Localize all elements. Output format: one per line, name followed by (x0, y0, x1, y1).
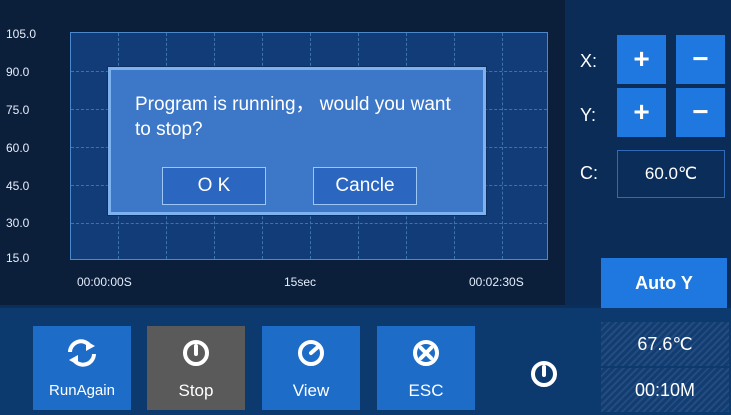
x-minus-button[interactable]: − (676, 35, 725, 84)
esc-label: ESC (408, 381, 444, 400)
y-tick-label: 15.0 (6, 251, 30, 265)
y-minus-button[interactable]: − (676, 88, 725, 137)
x-axis-label: X: (580, 51, 598, 71)
y-tick-label: 105.0 (6, 27, 37, 41)
ok-button[interactable]: O K (162, 167, 266, 205)
y-axis-label: Y: (580, 105, 597, 125)
x-tick-label: 00:00:00S (77, 275, 132, 289)
c-value-field[interactable]: 60.0℃ (617, 150, 725, 198)
power-icon[interactable] (527, 357, 561, 391)
esc-button[interactable]: ESC (377, 326, 475, 410)
dialog-message: Program is running， would you want to st… (135, 94, 451, 140)
c-label: C: (580, 163, 598, 183)
y-plus-button[interactable]: + (617, 88, 666, 137)
y-tick-label: 75.0 (6, 103, 30, 117)
stop-confirm-dialog: Program is running， would you want to st… (108, 67, 486, 215)
elapsed-time-readout: 00:10M (601, 368, 729, 412)
view-button[interactable]: View (262, 326, 360, 410)
y-tick-label: 60.0 (6, 141, 30, 155)
gauge-icon (262, 336, 360, 370)
cancel-button[interactable]: Cancle (313, 167, 417, 205)
stop-label: Stop (178, 381, 214, 400)
run-again-button[interactable]: RunAgain (33, 326, 131, 410)
y-tick-label: 90.0 (6, 65, 30, 79)
refresh-arrows-icon (33, 336, 131, 370)
x-tick-label: 15sec (284, 275, 317, 289)
view-label: View (292, 381, 330, 400)
x-tick-label: 00:02:30S (469, 275, 524, 289)
auto-y-button[interactable]: Auto Y (601, 258, 727, 308)
y-tick-label: 30.0 (6, 216, 30, 230)
screen: 105.0 90.0 75.0 60.0 45.0 30.0 15.0 00:0… (0, 0, 731, 415)
stop-button[interactable]: Stop (147, 326, 245, 410)
y-tick-label: 45.0 (6, 179, 30, 193)
power-icon (147, 336, 245, 370)
x-plus-button[interactable]: + (617, 35, 666, 84)
close-circle-icon (377, 336, 475, 370)
run-again-label: RunAgain (49, 382, 115, 399)
temperature-readout: 67.6℃ (601, 322, 729, 366)
